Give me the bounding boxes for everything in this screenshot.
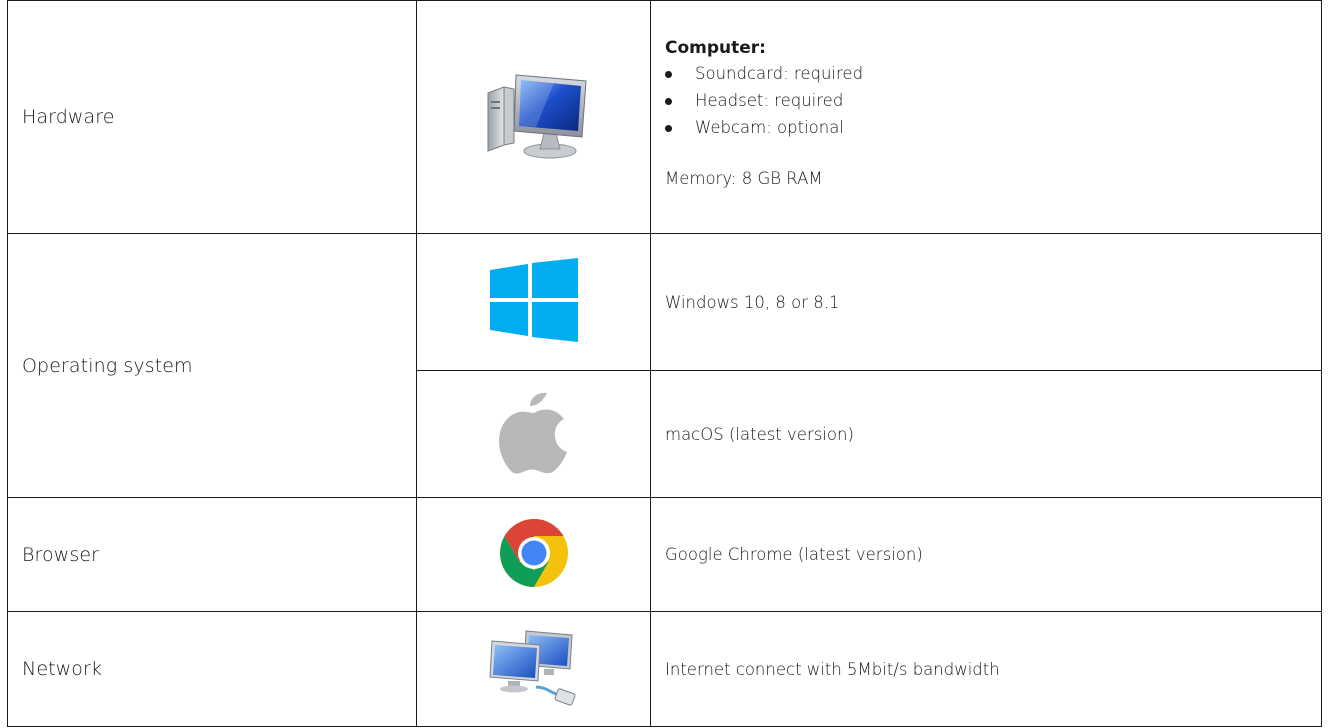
network-label: Network <box>7 611 417 727</box>
os-windows-row: Operating system Windows 10, 8 or 8.1 <box>7 233 1322 498</box>
apple-icon-cell <box>416 370 651 498</box>
desktop-computer-icon <box>474 67 594 167</box>
hardware-row: Hardware Computer: Soundcard: required H… <box>7 0 1322 234</box>
network-computers-icon <box>486 625 582 713</box>
network-row: Network Internet connect with 5Mbit/s ba… <box>7 611 1322 727</box>
list-item: Soundcard: required <box>665 60 1321 87</box>
browser-label: Browser <box>7 497 417 612</box>
mac-description: macOS (latest version) <box>650 370 1322 498</box>
chrome-icon-cell <box>416 497 651 612</box>
browser-description: Google Chrome (latest version) <box>650 497 1322 612</box>
computer-heading: Computer: <box>665 38 766 58</box>
windows-icon-cell <box>416 233 651 371</box>
apple-logo-icon <box>498 389 569 479</box>
network-icon-cell <box>416 611 651 727</box>
os-label: Operating system <box>7 233 417 498</box>
browser-row: Browser Google Chrome (latest version) <box>7 497 1322 612</box>
network-description: Internet connect with 5Mbit/s bandwidth <box>650 611 1322 727</box>
list-item: Webcam: optional <box>665 114 1321 141</box>
requirements-table: Hardware Computer: Soundcard: required H… <box>7 0 1322 727</box>
hardware-label: Hardware <box>7 0 417 234</box>
memory-requirement: Memory: 8 GB RAM <box>665 169 823 188</box>
hardware-description: Computer: Soundcard: required Headset: r… <box>650 0 1322 234</box>
chrome-logo-icon <box>498 517 570 593</box>
windows-logo-icon <box>489 258 578 346</box>
hardware-icon-cell <box>416 0 651 234</box>
list-item: Headset: required <box>665 87 1321 114</box>
hardware-list: Soundcard: required Headset: required We… <box>665 60 1321 141</box>
windows-description: Windows 10, 8 or 8.1 <box>650 233 1322 371</box>
